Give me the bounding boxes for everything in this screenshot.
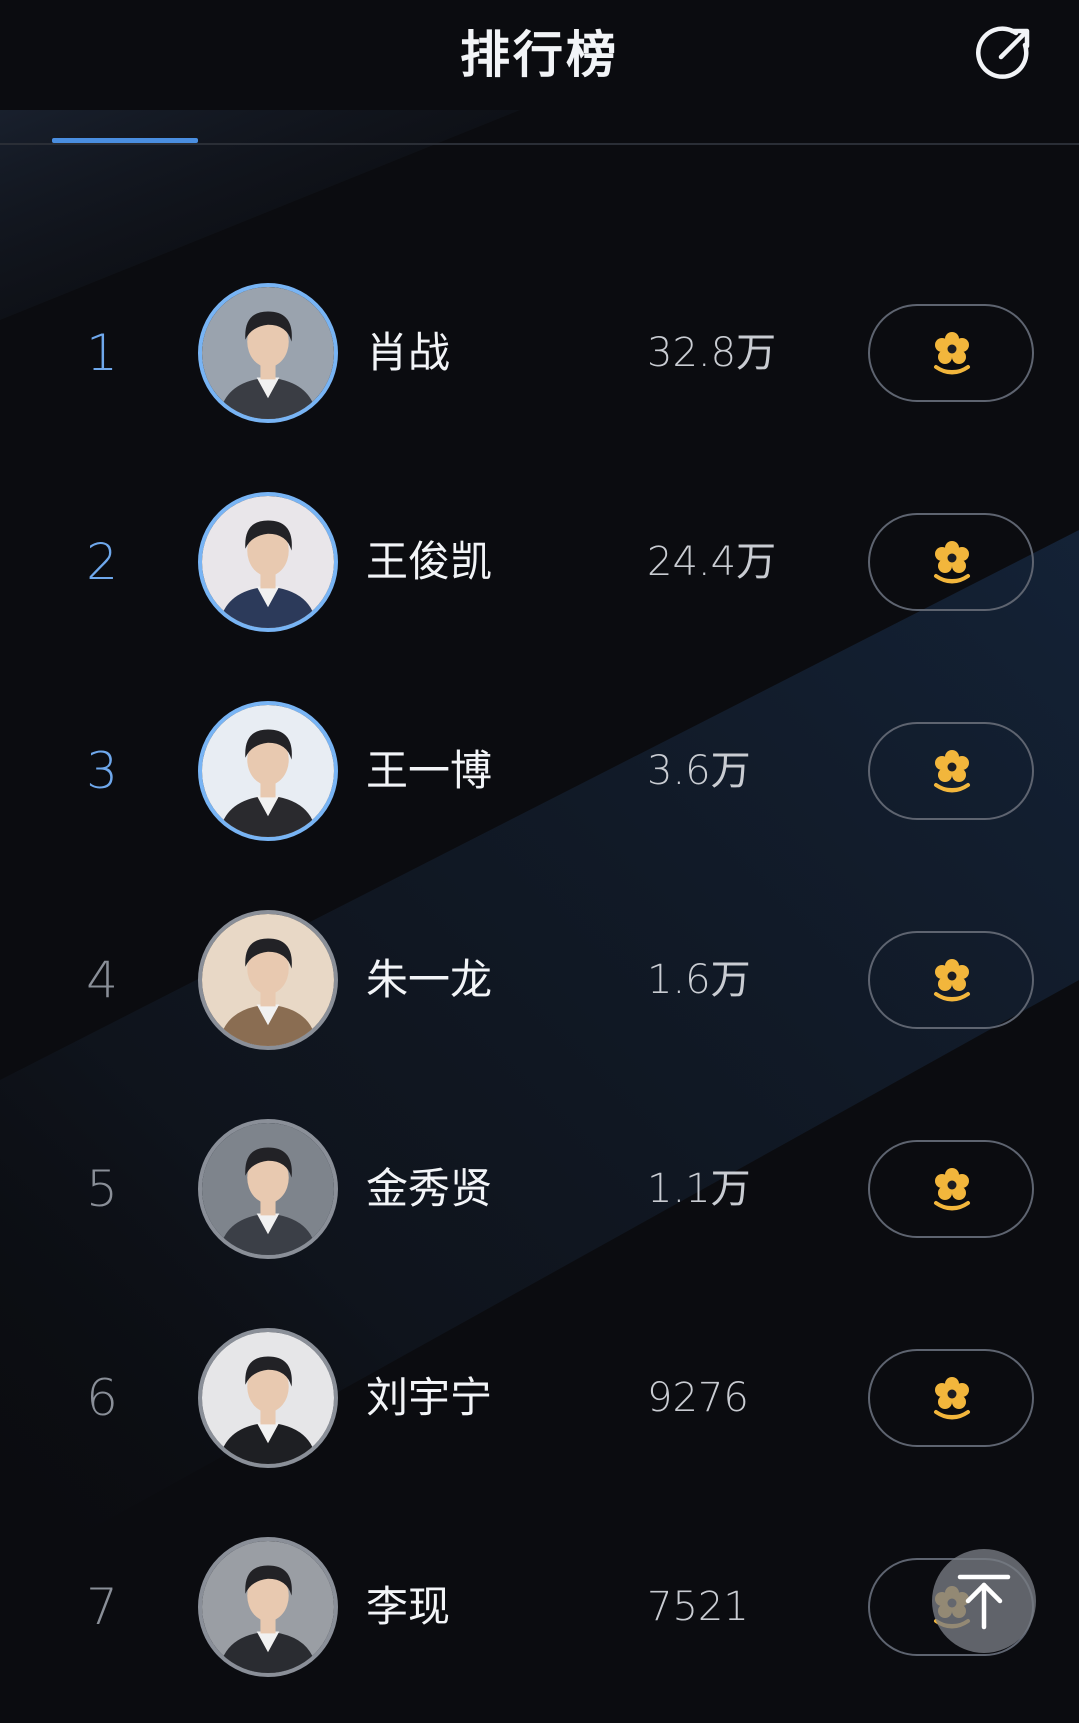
- avatar[interactable]: [198, 1328, 338, 1468]
- ranking-row[interactable]: 2 王俊凯 24.4万: [0, 482, 1079, 642]
- rank-number: 6: [86, 1369, 118, 1427]
- celebrity-name[interactable]: 肖战: [366, 325, 450, 381]
- flower-icon: [934, 1377, 970, 1420]
- flower-count: 32.8万: [647, 330, 777, 376]
- celebrity-name[interactable]: 刘宇宁: [366, 1370, 492, 1426]
- flower-count: 24.4万: [647, 539, 777, 585]
- ranking-row[interactable]: 5 金秀贤 1.1万: [0, 1109, 1079, 1269]
- share-button[interactable]: [976, 24, 1034, 82]
- header-divider: [0, 143, 1079, 145]
- avatar[interactable]: [198, 283, 338, 423]
- rank-number: 2: [86, 533, 118, 591]
- avatar-photo: [202, 496, 334, 628]
- rank-number: 1: [86, 324, 118, 382]
- send-flower-button[interactable]: [868, 513, 1034, 611]
- ranking-row[interactable]: 7 李现 7521: [0, 1527, 1079, 1687]
- send-flower-button[interactable]: [868, 1140, 1034, 1238]
- send-flower-button[interactable]: [868, 304, 1034, 402]
- flower-icon: [934, 1168, 970, 1211]
- avatar-photo: [202, 287, 334, 419]
- back-to-top-button[interactable]: [932, 1549, 1036, 1653]
- avatar[interactable]: [198, 1537, 338, 1677]
- avatar[interactable]: [198, 701, 338, 841]
- back-to-top-icon: [957, 1574, 1011, 1630]
- flower-count: 7521: [647, 1584, 749, 1630]
- avatar[interactable]: [198, 910, 338, 1050]
- avatar[interactable]: [198, 1119, 338, 1259]
- flower-icon: [934, 959, 970, 1002]
- avatar[interactable]: [198, 492, 338, 632]
- avatar-photo: [202, 1332, 334, 1464]
- flower-count: 9276: [647, 1375, 749, 1421]
- ranking-row[interactable]: 1 肖战 32.8万: [0, 273, 1079, 433]
- send-flower-button[interactable]: [868, 1349, 1034, 1447]
- ranking-row[interactable]: 6 刘宇宁 9276: [0, 1318, 1079, 1478]
- rank-number: 4: [86, 951, 118, 1009]
- avatar-photo: [202, 914, 334, 1046]
- rank-number: 7: [86, 1578, 118, 1636]
- avatar-photo: [202, 705, 334, 837]
- rank-number: 5: [86, 1160, 118, 1218]
- avatar-photo: [202, 1123, 334, 1255]
- share-arrow-icon: [976, 26, 1030, 79]
- send-flower-button[interactable]: [868, 722, 1034, 820]
- celebrity-name[interactable]: 金秀贤: [366, 1161, 492, 1217]
- celebrity-name[interactable]: 李现: [366, 1579, 450, 1635]
- flower-icon: [934, 541, 970, 584]
- flower-count: 3.6万: [647, 748, 751, 794]
- celebrity-name[interactable]: 朱一龙: [366, 952, 492, 1008]
- flower-icon: [934, 750, 970, 793]
- avatar-photo: [202, 1541, 334, 1673]
- flower-count: 1.6万: [647, 957, 751, 1003]
- rank-number: 3: [86, 742, 118, 800]
- header: 排行榜: [0, 0, 1079, 145]
- flower-count: 1.1万: [647, 1166, 751, 1212]
- celebrity-name[interactable]: 王一博: [366, 743, 492, 799]
- page-title: 排行榜: [460, 26, 619, 84]
- celebrity-name[interactable]: 王俊凯: [366, 534, 492, 590]
- flower-icon: [934, 332, 970, 375]
- ranking-row[interactable]: 4 朱一龙 1.6万: [0, 900, 1079, 1060]
- ranking-row[interactable]: 3 王一博 3.6万: [0, 691, 1079, 851]
- send-flower-button[interactable]: [868, 931, 1034, 1029]
